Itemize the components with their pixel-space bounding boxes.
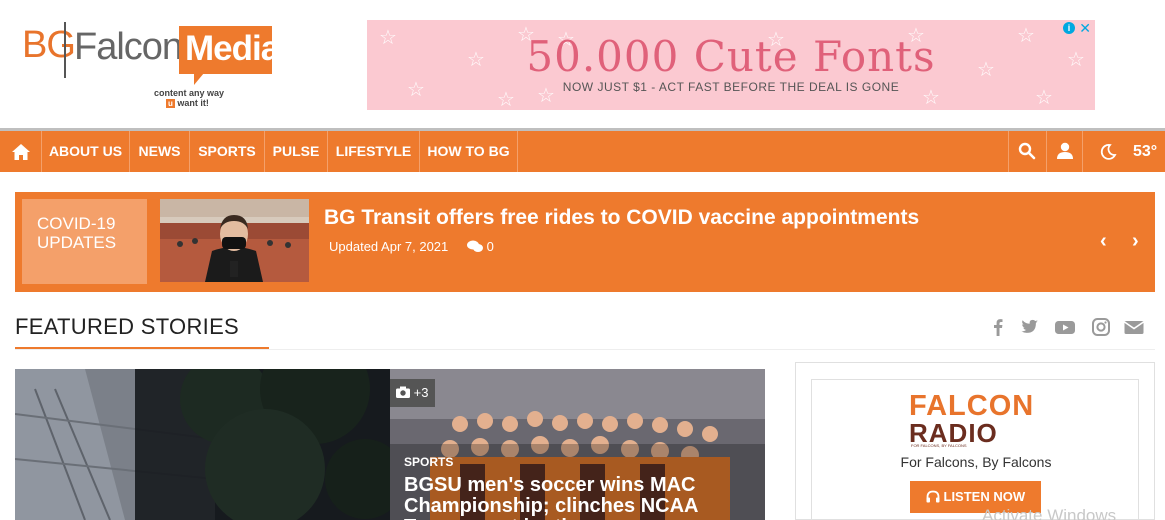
falcon-radio-card: FALCON RADIO FOR FALCONS, BY FALCONS For…	[811, 379, 1139, 520]
falcon-radio-widget: FALCON RADIO FOR FALCONS, BY FALCONS For…	[795, 362, 1155, 520]
nav-news[interactable]: NEWS	[130, 131, 190, 172]
falcon-radio-small-text: FOR FALCONS, BY FALCONS	[911, 443, 967, 448]
story-section-label[interactable]: SPORTS	[404, 455, 453, 469]
breaking-news-bar: COVID-19 UPDATES BG Transit offers free …	[15, 192, 1155, 292]
logo-tagline-2-text: want it!	[177, 98, 209, 108]
nav-how-to-bg[interactable]: HOW TO BG	[420, 131, 518, 172]
featured-divider	[15, 349, 1155, 350]
story-title[interactable]: BGSU men's soccer wins MAC Championship;…	[404, 475, 744, 520]
instagram-icon[interactable]	[1090, 317, 1112, 337]
logo-speech-tail	[194, 73, 204, 85]
headphones-icon	[926, 490, 940, 503]
prev-arrow-icon[interactable]: ‹	[1100, 230, 1107, 253]
ad-headline: 50.000 Cute Fonts	[526, 32, 936, 81]
account-button[interactable]	[1046, 131, 1082, 172]
listen-now-label: LISTEN NOW	[943, 489, 1026, 504]
logo-media-text: Media	[179, 26, 280, 74]
weather-widget[interactable]: 53°	[1082, 131, 1165, 172]
logo-u-badge: u	[166, 99, 175, 108]
featured-stories-heading: FEATURED STORIES	[15, 314, 240, 339]
logo-falcon-text: Falcon	[74, 26, 183, 68]
nav-home[interactable]	[0, 131, 42, 172]
photo-count: +3	[413, 385, 429, 400]
logo-tagline-1: content any way	[154, 88, 225, 98]
story-card-left[interactable]	[15, 369, 390, 520]
comments-icon	[467, 240, 483, 252]
breaking-headline[interactable]: BG Transit offers free rides to COVID va…	[324, 206, 919, 230]
comment-count: 0	[486, 239, 494, 254]
nav-about-us[interactable]: ABOUT US	[42, 131, 130, 172]
main-nav: ABOUT US NEWS SPORTS PULSE LIFESTYLE HOW…	[0, 128, 1165, 172]
user-icon	[1057, 142, 1073, 159]
nav-pulse[interactable]: PULSE	[265, 131, 328, 172]
next-arrow-icon[interactable]: ›	[1132, 230, 1139, 253]
house-photo	[15, 369, 390, 520]
reporter-photo	[160, 199, 309, 282]
ad-subline: NOW JUST $1 - ACT FAST BEFORE THE DEAL I…	[562, 80, 900, 94]
covid-updates-tag[interactable]: COVID-19 UPDATES	[22, 199, 147, 284]
twitter-icon[interactable]	[1018, 317, 1040, 337]
logo-tagline-2: u want it!	[166, 98, 209, 108]
falcon-radio-logo[interactable]: FALCON RADIO FOR FALCONS, BY FALCONS	[909, 390, 1041, 448]
story-card-soccer[interactable]: +3 SPORTS BGSU men's soccer wins MAC Cha…	[390, 369, 765, 520]
ad-close-icon[interactable]: ✕	[1079, 20, 1091, 37]
ad-info-icon[interactable]: i	[1063, 22, 1075, 34]
weather-temperature: 53°	[1133, 143, 1158, 160]
facebook-icon[interactable]	[987, 317, 1009, 337]
logo-divider	[64, 22, 66, 78]
featured-underline	[15, 347, 269, 349]
falcon-radio-tagline: For Falcons, By Falcons	[900, 454, 1052, 470]
moon-icon	[1100, 144, 1117, 160]
search-button[interactable]	[1008, 131, 1046, 172]
nav-lifestyle[interactable]: LIFESTYLE	[328, 131, 420, 172]
email-icon[interactable]	[1123, 317, 1145, 337]
nav-sports[interactable]: SPORTS	[190, 131, 265, 172]
photo-count-badge: +3	[390, 379, 435, 407]
home-icon	[12, 144, 30, 160]
breaking-thumbnail[interactable]	[160, 199, 309, 282]
breaking-comments[interactable]: 0	[467, 239, 494, 254]
youtube-icon[interactable]	[1054, 317, 1076, 337]
logo-bg-text: BG	[22, 24, 76, 66]
activate-windows-watermark: Activate Windows	[982, 506, 1117, 520]
ad-banner[interactable]: ☆ ☆ ☆ ☆ ☆ ☆ ☆ ☆ ☆ ☆ ☆ ☆ ☆ ☆ 50.000 Cute …	[367, 20, 1095, 110]
site-logo[interactable]: BG Falcon Media content any way u want i…	[22, 18, 280, 113]
breaking-updated: Updated Apr 7, 2021	[329, 239, 449, 254]
camera-icon	[396, 386, 410, 398]
search-icon	[1018, 142, 1036, 160]
